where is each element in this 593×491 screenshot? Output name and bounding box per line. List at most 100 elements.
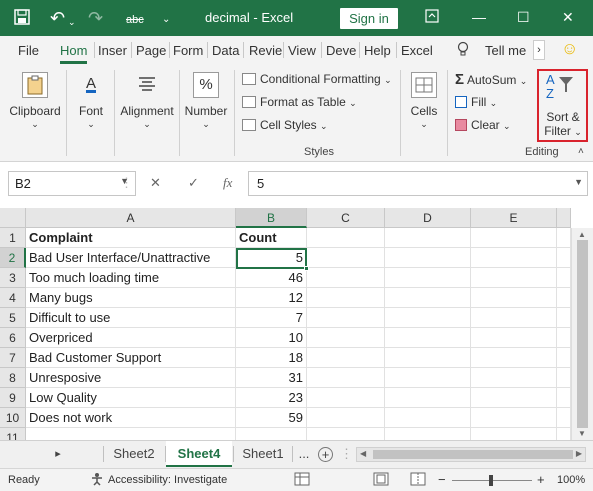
page-layout-view-icon[interactable] — [373, 472, 389, 489]
row-header[interactable]: 8 — [0, 368, 26, 388]
cell-empty[interactable] — [471, 408, 557, 428]
cell-complaint[interactable]: Bad User Interface/Unattractive — [26, 248, 236, 268]
number-button[interactable]: % Number ⌄ — [182, 72, 230, 130]
sheet-tab-sheet1[interactable]: Sheet1 — [234, 441, 292, 467]
cell-empty[interactable] — [385, 408, 471, 428]
formula-input[interactable]: 5 ▼ — [248, 171, 588, 196]
cell-count[interactable]: 18 — [236, 348, 307, 368]
cell-empty[interactable] — [307, 408, 385, 428]
cell-empty[interactable] — [307, 308, 385, 328]
cell-empty[interactable] — [557, 428, 571, 440]
redo-icon[interactable]: ↷ — [88, 9, 103, 27]
cell-empty[interactable] — [557, 248, 571, 268]
cell-count[interactable]: Count — [236, 228, 307, 248]
row-header[interactable]: 2 — [0, 248, 26, 268]
vertical-scrollbar[interactable]: ▲ ▼ — [571, 228, 593, 440]
row-header[interactable]: 3 — [0, 268, 26, 288]
cells-button[interactable]: Cells ⌄ — [405, 72, 443, 130]
row-header[interactable]: 9 — [0, 388, 26, 408]
tab-excel[interactable]: Excel — [401, 43, 433, 58]
cell-complaint[interactable]: Difficult to use — [26, 308, 236, 328]
undo-dropdown-icon[interactable]: ⌄ — [68, 13, 76, 31]
cell-count[interactable]: 31 — [236, 368, 307, 388]
sheet-nav-next-icon[interactable]: ▸ — [50, 441, 66, 467]
undo-icon[interactable]: ↶ — [50, 9, 65, 27]
cell-empty[interactable] — [471, 348, 557, 368]
sheet-tab-sheet2[interactable]: Sheet2 — [104, 441, 164, 467]
clear-button[interactable]: Clear ⌄ — [455, 118, 511, 132]
format-as-table-button[interactable]: Format as Table ⌄ — [242, 95, 357, 109]
select-all-corner[interactable] — [0, 208, 26, 228]
cell-count[interactable]: 46 — [236, 268, 307, 288]
cell-empty[interactable] — [307, 268, 385, 288]
column-header-d[interactable]: D — [385, 208, 471, 228]
tab-insert[interactable]: Inser — [98, 43, 127, 58]
cell-count[interactable] — [236, 428, 307, 440]
cell-empty[interactable] — [385, 348, 471, 368]
cell-complaint[interactable]: Overpriced — [26, 328, 236, 348]
more-sheets-button[interactable]: ... — [292, 441, 316, 467]
cell-empty[interactable] — [471, 328, 557, 348]
cell-count[interactable]: 10 — [236, 328, 307, 348]
cell-empty[interactable] — [471, 288, 557, 308]
cell-empty[interactable] — [307, 348, 385, 368]
fill-handle[interactable] — [304, 266, 309, 271]
cell-empty[interactable] — [557, 328, 571, 348]
cell-empty[interactable] — [471, 368, 557, 388]
tab-formulas[interactable]: Form — [173, 43, 203, 58]
cell-empty[interactable] — [307, 388, 385, 408]
font-button[interactable]: A Font ⌄ — [71, 72, 111, 130]
column-header-c[interactable]: C — [307, 208, 385, 228]
zoom-in-button[interactable]: + — [537, 472, 545, 487]
row-header[interactable]: 5 — [0, 308, 26, 328]
save-icon[interactable] — [14, 9, 30, 30]
alignment-button[interactable]: Alignment ⌄ — [118, 72, 176, 130]
cell-empty[interactable] — [385, 268, 471, 288]
tab-file[interactable]: File — [18, 43, 39, 58]
clipboard-button[interactable]: Clipboard ⌄ — [6, 72, 64, 130]
conditional-formatting-button[interactable]: Conditional Formatting ⌄ — [242, 72, 392, 86]
tab-help[interactable]: Help — [364, 43, 391, 58]
maximize-icon[interactable]: ☐ — [517, 9, 530, 26]
cell-empty[interactable] — [307, 368, 385, 388]
cell-complaint[interactable]: Bad Customer Support — [26, 348, 236, 368]
cancel-icon[interactable]: ✕ — [150, 175, 161, 191]
enter-icon[interactable]: ✓ — [188, 175, 199, 191]
scroll-up-arrow-icon[interactable]: ▲ — [578, 230, 586, 239]
cell-empty[interactable] — [385, 308, 471, 328]
row-header[interactable]: 7 — [0, 348, 26, 368]
collapse-ribbon-icon[interactable]: ˄ — [578, 146, 584, 157]
cell-styles-button[interactable]: Cell Styles ⌄ — [242, 118, 328, 132]
tab-review[interactable]: Revie — [249, 43, 282, 58]
expand-formula-bar-icon[interactable]: ▼ — [574, 177, 583, 187]
scroll-left-arrow-icon[interactable]: ◀ — [360, 449, 366, 458]
cell-empty[interactable] — [385, 428, 471, 440]
customize-toolbar-icon[interactable]: ⌄ — [162, 11, 170, 29]
scroll-thumb[interactable] — [577, 240, 588, 428]
tab-home[interactable]: Hom — [60, 43, 88, 64]
row-header[interactable]: 1 — [0, 228, 26, 248]
scroll-right-arrow-icon[interactable]: ▶ — [576, 449, 582, 458]
zoom-level[interactable]: 100% — [557, 474, 585, 486]
cell-count[interactable]: 12 — [236, 288, 307, 308]
cell-empty[interactable] — [307, 228, 385, 248]
cell-empty[interactable] — [471, 248, 557, 268]
cell-empty[interactable] — [557, 388, 571, 408]
tell-me-search[interactable]: Tell me — [485, 43, 526, 58]
zoom-slider-thumb[interactable] — [489, 475, 493, 486]
cell-complaint[interactable]: Complaint — [26, 228, 236, 248]
minimize-icon[interactable]: — — [472, 9, 486, 25]
cell-empty[interactable] — [307, 248, 385, 268]
cell-count[interactable]: 23 — [236, 388, 307, 408]
cell-count[interactable]: 7 — [236, 308, 307, 328]
autosum-button[interactable]: Σ AutoSum ⌄ — [455, 71, 527, 88]
cell-complaint[interactable] — [26, 428, 236, 440]
cell-empty[interactable] — [557, 308, 571, 328]
cell-empty[interactable] — [471, 308, 557, 328]
fill-button[interactable]: Fill ⌄ — [455, 95, 497, 109]
lightbulb-icon[interactable] — [457, 41, 469, 61]
cell-empty[interactable] — [385, 368, 471, 388]
column-header-e[interactable]: E — [471, 208, 557, 228]
name-box[interactable]: B2 ▼ — [8, 171, 136, 196]
tab-data[interactable]: Data — [212, 43, 239, 58]
